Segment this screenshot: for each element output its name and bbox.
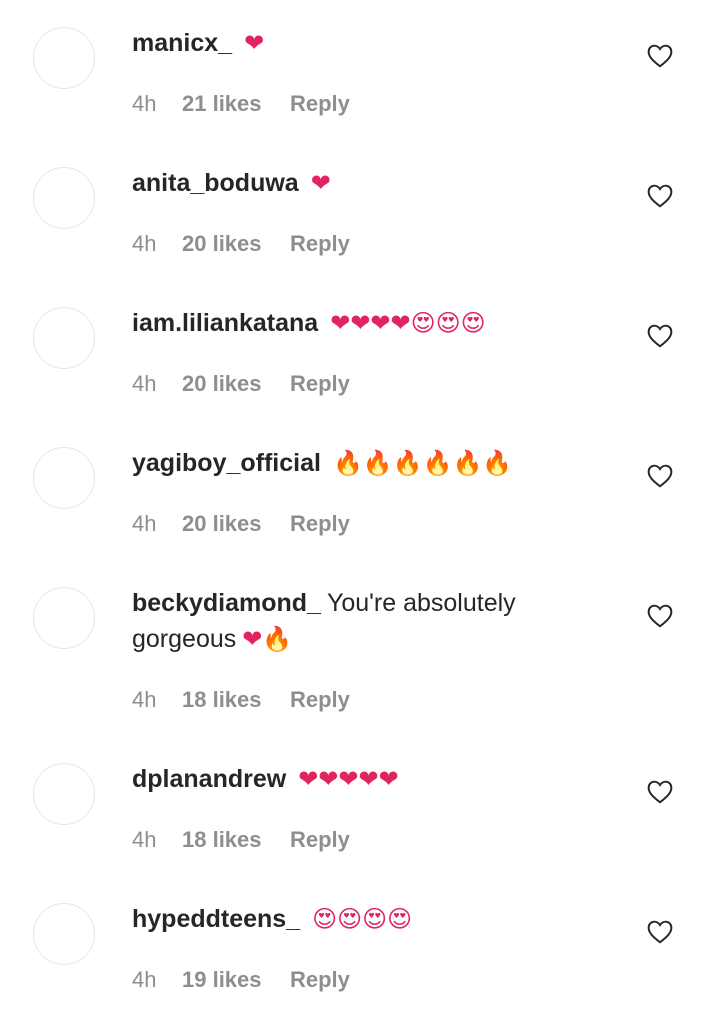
comment-likes[interactable]: 20 likes	[182, 369, 290, 399]
comment-emoji: ❤❤❤❤😍😍😍	[330, 309, 486, 337]
comment-meta: 4h 18 likes Reply	[132, 825, 350, 855]
comment-meta: 4h 20 likes Reply	[132, 509, 350, 539]
comment-body: beckydiamond_ You're absolutely gorgeous ❤…	[132, 585, 572, 657]
heart-outline-icon[interactable]	[647, 464, 673, 488]
comment-username[interactable]: manicx_	[132, 29, 232, 57]
comment-emoji: 🔥🔥🔥🔥🔥🔥	[332, 449, 513, 477]
comment-username[interactable]: dplanandrew	[132, 765, 286, 793]
heart-outline-icon[interactable]	[647, 920, 673, 944]
heart-outline-icon[interactable]	[647, 780, 673, 804]
comment-meta: 4h 21 likes Reply	[132, 89, 350, 119]
reply-button[interactable]: Reply	[290, 369, 350, 399]
heart-outline-icon[interactable]	[647, 324, 673, 348]
comment-time: 4h	[132, 967, 157, 992]
comment-body: dplanandrew ❤❤❤❤❤	[132, 761, 592, 797]
comment-meta: 4h 19 likes Reply	[132, 965, 350, 995]
reply-button[interactable]: Reply	[290, 509, 350, 539]
comment-emoji: ❤❤❤❤❤	[298, 765, 399, 793]
avatar[interactable]	[33, 587, 95, 649]
comment-time: 4h	[132, 231, 157, 256]
avatar[interactable]	[33, 27, 95, 89]
comment-username[interactable]: yagiboy_official	[132, 449, 321, 477]
comment-username[interactable]: iam.liliankatana	[132, 309, 318, 337]
comment-time: 4h	[132, 827, 157, 852]
comment-body: hypeddteens_ 😍😍😍😍	[132, 901, 592, 937]
comment-likes[interactable]: 19 likes	[182, 965, 290, 995]
comment-body: manicx_ ❤	[132, 25, 592, 61]
comment-likes[interactable]: 18 likes	[182, 825, 290, 855]
comment-time: 4h	[132, 371, 157, 396]
reply-button[interactable]: Reply	[290, 825, 350, 855]
avatar[interactable]	[33, 903, 95, 965]
heart-outline-icon[interactable]	[647, 44, 673, 68]
comment-username[interactable]: anita_boduwa	[132, 169, 299, 197]
comment-meta: 4h 20 likes Reply	[132, 369, 350, 399]
reply-button[interactable]: Reply	[290, 965, 350, 995]
comment-emoji: ❤	[244, 29, 265, 57]
comment-username[interactable]: hypeddteens_	[132, 905, 300, 933]
reply-button[interactable]: Reply	[290, 229, 350, 259]
avatar[interactable]	[33, 307, 95, 369]
comment-time: 4h	[132, 511, 157, 536]
avatar[interactable]	[33, 763, 95, 825]
comment-emoji: 😍😍😍😍	[312, 905, 413, 933]
comment-emoji: ❤	[310, 169, 331, 197]
comment-username[interactable]: beckydiamond_	[132, 589, 321, 617]
reply-button[interactable]: Reply	[290, 685, 350, 715]
comment-body: anita_boduwa ❤	[132, 165, 592, 201]
comment-meta: 4h 18 likes Reply	[132, 685, 350, 715]
reply-button[interactable]: Reply	[290, 89, 350, 119]
comment-likes[interactable]: 20 likes	[182, 509, 290, 539]
comment-body: yagiboy_official 🔥🔥🔥🔥🔥🔥	[132, 445, 592, 481]
avatar[interactable]	[33, 447, 95, 509]
comment-body: iam.liliankatana ❤❤❤❤😍😍😍	[132, 305, 612, 341]
comment-time: 4h	[132, 687, 157, 712]
comment-emoji: ❤🔥	[242, 625, 293, 653]
heart-outline-icon[interactable]	[647, 604, 673, 628]
comment-meta: 4h 20 likes Reply	[132, 229, 350, 259]
comment-likes[interactable]: 20 likes	[182, 229, 290, 259]
comment-likes[interactable]: 21 likes	[182, 89, 290, 119]
comment-likes[interactable]: 18 likes	[182, 685, 290, 715]
avatar[interactable]	[33, 167, 95, 229]
heart-outline-icon[interactable]	[647, 184, 673, 208]
comment-time: 4h	[132, 91, 157, 116]
